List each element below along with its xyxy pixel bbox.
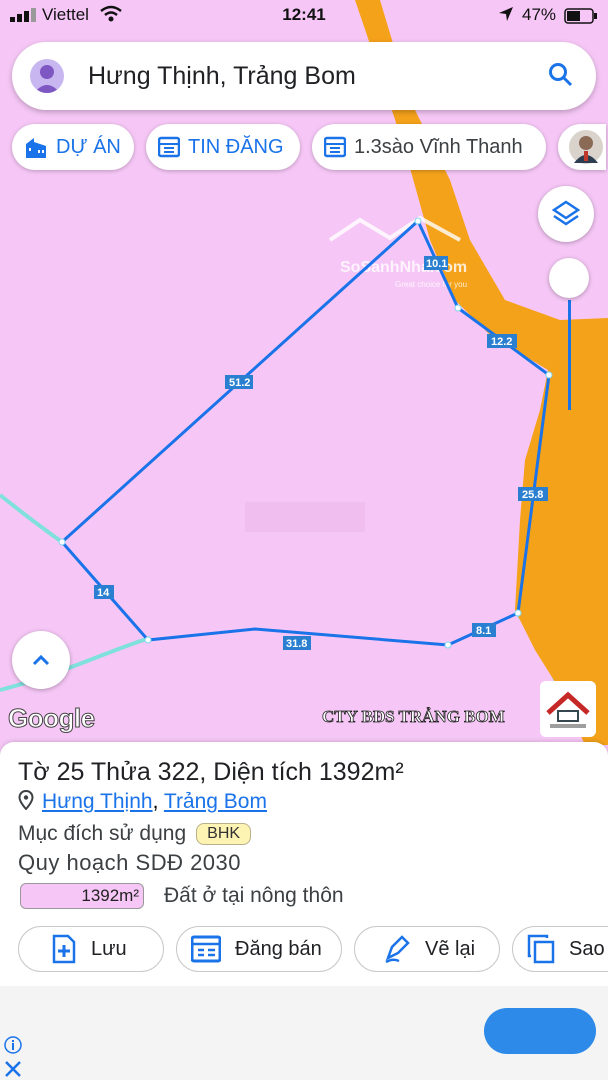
account-avatar[interactable]: [30, 59, 64, 93]
edge-label: 51.2: [229, 377, 250, 389]
chip-label: DỰ ÁN: [56, 135, 121, 158]
battery-percent: 47%: [522, 5, 557, 24]
chip-du-an[interactable]: DỰ ÁN: [12, 124, 134, 170]
svg-text:Great choice for you: Great choice for you: [395, 280, 467, 289]
battery-icon: [564, 8, 597, 24]
edge-label: 10.1: [426, 258, 447, 270]
listing-icon: [324, 136, 346, 158]
chevron-up-icon: [32, 654, 50, 666]
chip-label: 1.3sào Vĩnh Thanh: [354, 135, 523, 158]
company-logo: [540, 681, 596, 737]
location-arrow-icon: [499, 7, 513, 21]
clock: 12:41: [282, 5, 326, 24]
zoom-slider-track[interactable]: [568, 300, 571, 410]
pin-icon: [18, 789, 34, 811]
layers-icon: [551, 200, 581, 226]
parcel-title: Tờ 25 Thửa 322, Diện tích 1392m²: [18, 758, 404, 786]
land-purpose: Mục đích sử dụng BHK: [18, 822, 252, 846]
copy-icon: [527, 934, 555, 964]
edge-label: 25.8: [522, 489, 543, 501]
listing-icon: [158, 136, 180, 158]
zoom-slider-handle[interactable]: [549, 258, 589, 298]
company-watermark: CTY BĐS TRẢNG BOM: [322, 707, 506, 727]
chip-listing-vinh-thanh[interactable]: 1.3sào Vĩnh Thanh: [312, 124, 546, 170]
edge-label: 12.2: [491, 336, 512, 348]
agent-avatar-chip[interactable]: [558, 124, 606, 170]
search-query[interactable]: Hưng Thịnh, Trảng Bom: [88, 62, 356, 91]
parcel-info-panel: Tờ 25 Thửa 322, Diện tích 1392m² Hưng Th…: [0, 742, 608, 1080]
search-icon[interactable]: [548, 62, 574, 88]
district-link[interactable]: Trảng Bom: [164, 790, 267, 813]
parcel-location: Hưng Thịnh, Trảng Bom: [18, 789, 267, 814]
ad-banner[interactable]: [0, 986, 608, 1080]
ad-cta-button[interactable]: [484, 1008, 596, 1054]
copy-button[interactable]: Sao: [512, 926, 608, 972]
agent-avatar: [569, 130, 603, 164]
post-sale-button[interactable]: Đăng bán: [176, 926, 342, 972]
layers-button[interactable]: [538, 186, 594, 242]
redraw-button[interactable]: Vẽ lại: [354, 926, 500, 972]
pen-icon: [385, 935, 410, 964]
area-swatch: 1392m²: [20, 883, 144, 909]
edge-label: 8.1: [476, 625, 491, 637]
purpose-code-badge: BHK: [196, 823, 252, 845]
house-logo-icon: [546, 691, 590, 728]
account-icon: [34, 65, 60, 93]
add-file-icon: [52, 934, 76, 964]
chip-label: TIN ĐĂNG: [188, 135, 284, 158]
listing-icon: [191, 935, 221, 963]
expand-up-button[interactable]: [12, 631, 70, 689]
edge-label: 31.8: [286, 638, 307, 650]
edge-label: 14: [97, 587, 110, 599]
google-logo: Google: [8, 703, 96, 734]
search-bar[interactable]: Hưng Thịnh, Trảng Bom: [12, 42, 596, 110]
save-button[interactable]: Lưu: [18, 926, 164, 972]
commune-link[interactable]: Hưng Thịnh: [42, 790, 153, 813]
land-type: Đất ở tại nông thôn: [164, 884, 344, 907]
map-canvas[interactable]: SoSanhNha.com Great choice for you 10.1 …: [0, 0, 608, 745]
ad-info-icon[interactable]: [4, 1036, 22, 1078]
building-icon: [26, 138, 46, 158]
plan-heading: Quy hoạch SDĐ 2030: [18, 850, 242, 875]
chip-tin-dang[interactable]: TIN ĐĂNG: [146, 124, 300, 170]
status-bar: Viettel 12:41 47%: [0, 0, 608, 32]
